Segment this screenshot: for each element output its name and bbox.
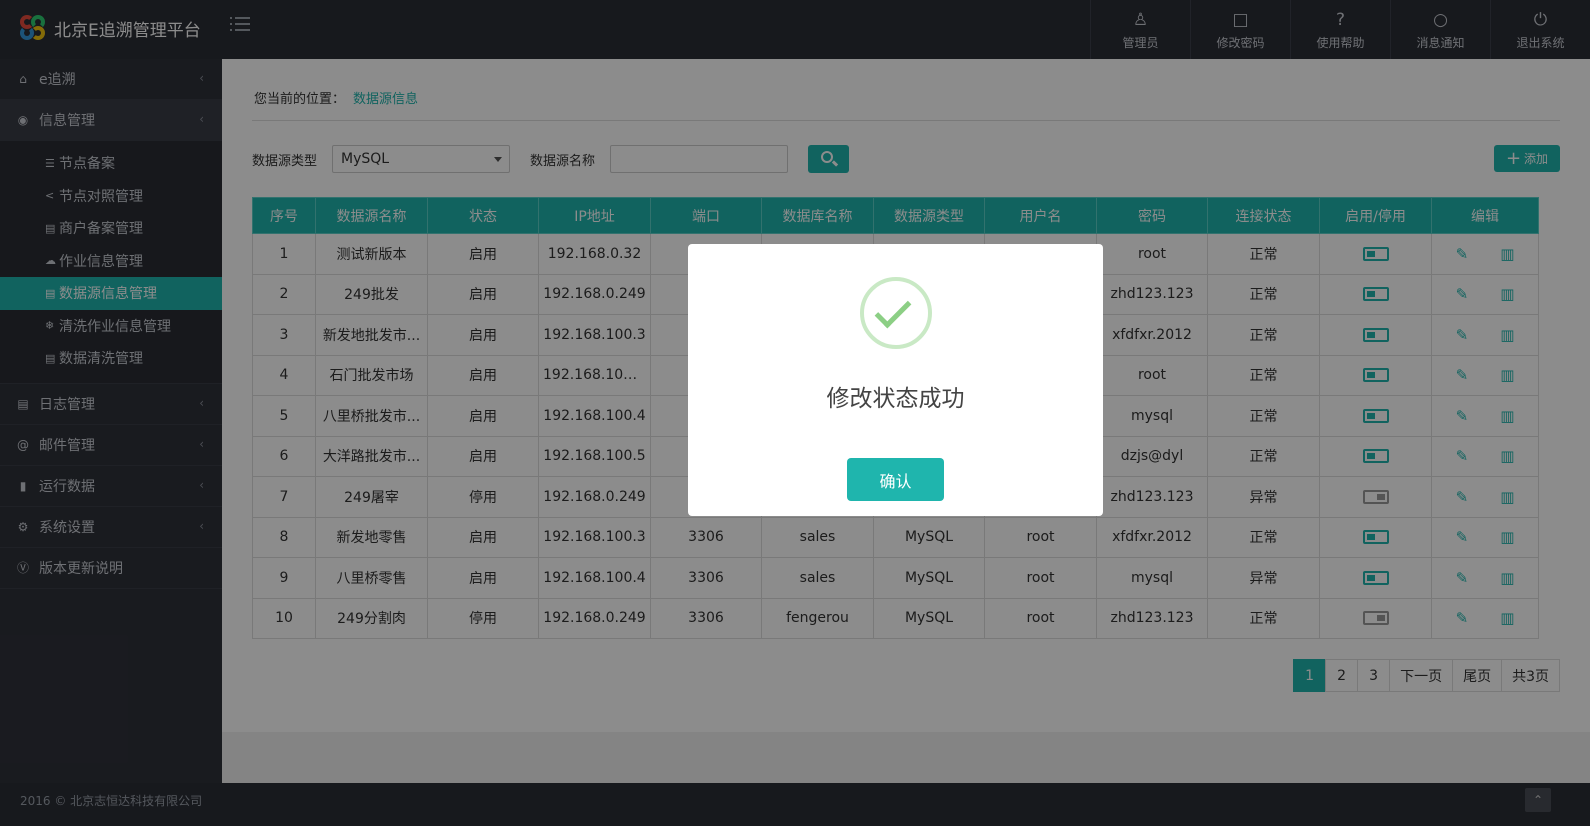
confirm-button[interactable]: 确认 xyxy=(847,458,944,501)
success-dialog: 修改状态成功 确认 xyxy=(688,244,1103,516)
dialog-message: 修改状态成功 xyxy=(826,386,965,412)
success-check-icon xyxy=(860,277,932,349)
